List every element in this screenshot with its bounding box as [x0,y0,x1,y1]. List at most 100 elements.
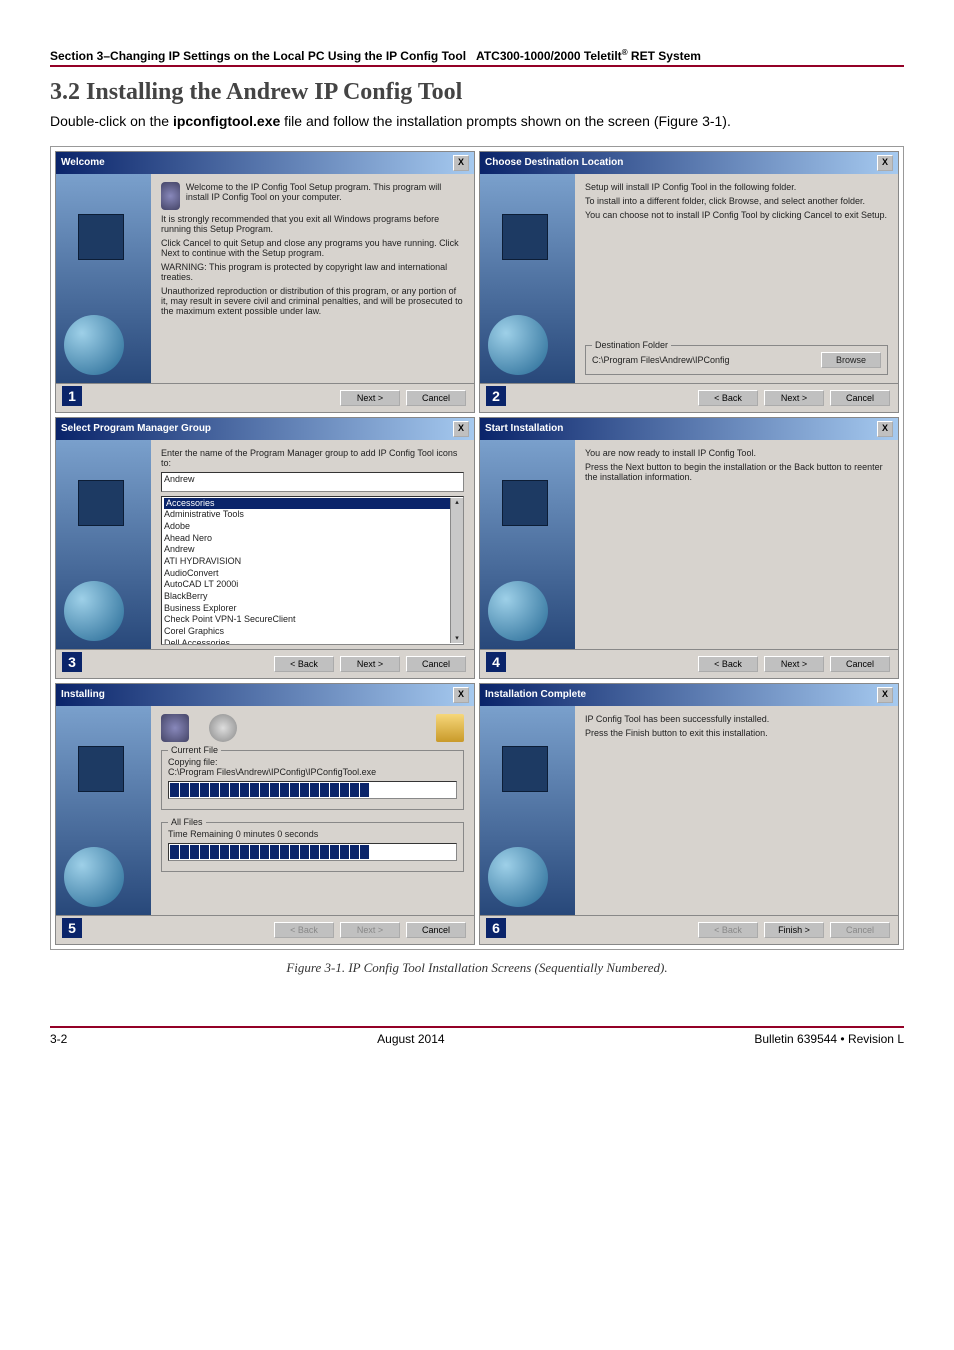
wizard-side-graphic [480,440,575,649]
wizard-complete: Installation Complete X IP Config Tool h… [479,683,899,945]
browse-button[interactable]: Browse [821,352,881,368]
copying-label: Copying file: [168,757,457,767]
heading: 3.2 Installing the Andrew IP Config Tool [50,79,904,106]
dest-line3: You can choose not to install IP Config … [585,210,888,220]
list-item[interactable]: Corel Graphics [164,626,463,638]
folder-icon [436,714,464,742]
step-badge-2: 2 [486,386,506,406]
wizard-start: Start Installation X You are now ready t… [479,417,899,679]
intro-paragraph: Double-click on the ipconfigtool.exe fil… [50,112,904,132]
destination-legend: Destination Folder [592,340,671,350]
list-item[interactable]: Business Explorer [164,603,463,615]
list-item[interactable]: Andrew [164,544,463,556]
wizard-welcome: Welcome X Welcome to the IP Config Tool … [55,151,475,413]
step-badge-1: 1 [62,386,82,406]
next-button[interactable]: Next > [340,656,400,672]
finish-button[interactable]: Finish > [764,922,824,938]
close-icon[interactable]: X [453,687,469,703]
cancel-button[interactable]: Cancel [406,922,466,938]
section-header-right: ATC300-1000/2000 Teletilt [476,49,622,63]
installer-icon [161,714,189,742]
footer-left: 3-2 [50,1032,67,1046]
welcome-line4: WARNING: This program is protected by co… [161,262,464,282]
complete-line2: Press the Finish button to exit this ins… [585,728,888,738]
wizard-side-graphic [56,440,151,649]
welcome-line5: Unauthorized reproduction or distributio… [161,286,464,316]
next-button-disabled: Next > [340,922,400,938]
wizard-side-graphic [480,706,575,915]
complete-line1: IP Config Tool has been successfully ins… [585,714,888,724]
progress-all [168,843,457,861]
back-button-disabled: < Back [274,922,334,938]
back-button-disabled: < Back [698,922,758,938]
destination-path: C:\Program Files\Andrew\IPConfig [592,355,730,365]
list-item[interactable]: AutoCAD LT 2000i [164,579,463,591]
list-item[interactable]: ATI HYDRAVISION [164,556,463,568]
wizard-installing: Installing X Current File Copying file: … [55,683,475,945]
list-item[interactable]: Administrative Tools [164,509,463,521]
wizard-destination: Choose Destination Location X Setup will… [479,151,899,413]
cancel-button[interactable]: Cancel [406,390,466,406]
next-button[interactable]: Next > [340,390,400,406]
back-button[interactable]: < Back [698,390,758,406]
step-badge-5: 5 [62,918,82,938]
section-header-tail: RET System [628,49,701,63]
wizard-title: Welcome [61,157,105,168]
welcome-line3: Click Cancel to quit Setup and close any… [161,238,464,258]
page-footer: 3-2 August 2014 Bulletin 639544 • Revisi… [50,1026,904,1046]
cancel-button[interactable]: Cancel [406,656,466,672]
close-icon[interactable]: X [877,421,893,437]
step-badge-6: 6 [486,918,506,938]
wizard-side-graphic [56,706,151,915]
step-badge-3: 3 [62,652,82,672]
all-files-group: All Files Time Remaining 0 minutes 0 sec… [161,822,464,872]
start-line2: Press the Next button to begin the insta… [585,462,888,482]
pm-line1: Enter the name of the Program Manager gr… [161,448,464,468]
step-badge-4: 4 [486,652,506,672]
list-item[interactable]: AudioConvert [164,568,463,580]
back-button[interactable]: < Back [274,656,334,672]
dest-line1: Setup will install IP Config Tool in the… [585,182,888,192]
cancel-button-disabled: Cancel [830,922,890,938]
wizard-title: Select Program Manager Group [61,423,211,434]
figure-caption: Figure 3-1. IP Config Tool Installation … [50,960,904,976]
installer-icon [161,182,180,210]
section-header: Section 3–Changing IP Settings on the Lo… [50,48,904,67]
section-header-left: Section 3–Changing IP Settings on the Lo… [50,49,466,63]
list-item[interactable]: Check Point VPN-1 SecureClient [164,614,463,626]
list-item[interactable]: Accessories [164,498,463,510]
list-item[interactable]: Adobe [164,521,463,533]
scrollbar[interactable]: ▴▾ [450,498,463,643]
footer-center: August 2014 [377,1032,444,1046]
cancel-button[interactable]: Cancel [830,656,890,672]
wizard-title: Installing [61,689,105,700]
wizard-title: Choose Destination Location [485,157,623,168]
welcome-line2: It is strongly recommended that you exit… [161,214,464,234]
wizard-side-graphic [480,174,575,383]
group-name-input[interactable]: Andrew [161,472,464,492]
dest-line2: To install into a different folder, clic… [585,196,888,206]
list-item[interactable]: Dell Accessories [164,638,463,645]
list-item[interactable]: Ahead Nero [164,533,463,545]
back-button[interactable]: < Back [698,656,758,672]
destination-folder-group: Destination Folder C:\Program Files\Andr… [585,345,888,375]
time-remaining: Time Remaining 0 minutes 0 seconds [168,829,457,839]
wizard-side-graphic [56,174,151,383]
list-item[interactable]: BlackBerry [164,591,463,603]
cancel-button[interactable]: Cancel [830,390,890,406]
start-line1: You are now ready to install IP Config T… [585,448,888,458]
wizard-title: Start Installation [485,423,563,434]
next-button[interactable]: Next > [764,656,824,672]
next-button[interactable]: Next > [764,390,824,406]
close-icon[interactable]: X [877,687,893,703]
close-icon[interactable]: X [877,155,893,171]
figure-3-1: Welcome X Welcome to the IP Config Tool … [50,146,904,950]
close-icon[interactable]: X [453,155,469,171]
group-listbox[interactable]: ▴▾ AccessoriesAdministrative ToolsAdobeA… [161,496,464,645]
footer-right: Bulletin 639544 • Revision L [754,1032,904,1046]
current-file-group: Current File Copying file: C:\Program Fi… [161,750,464,810]
close-icon[interactable]: X [453,421,469,437]
copying-path: C:\Program Files\Andrew\IPConfig\IPConfi… [168,767,457,777]
progress-current [168,781,457,799]
disk-icon [209,714,237,742]
